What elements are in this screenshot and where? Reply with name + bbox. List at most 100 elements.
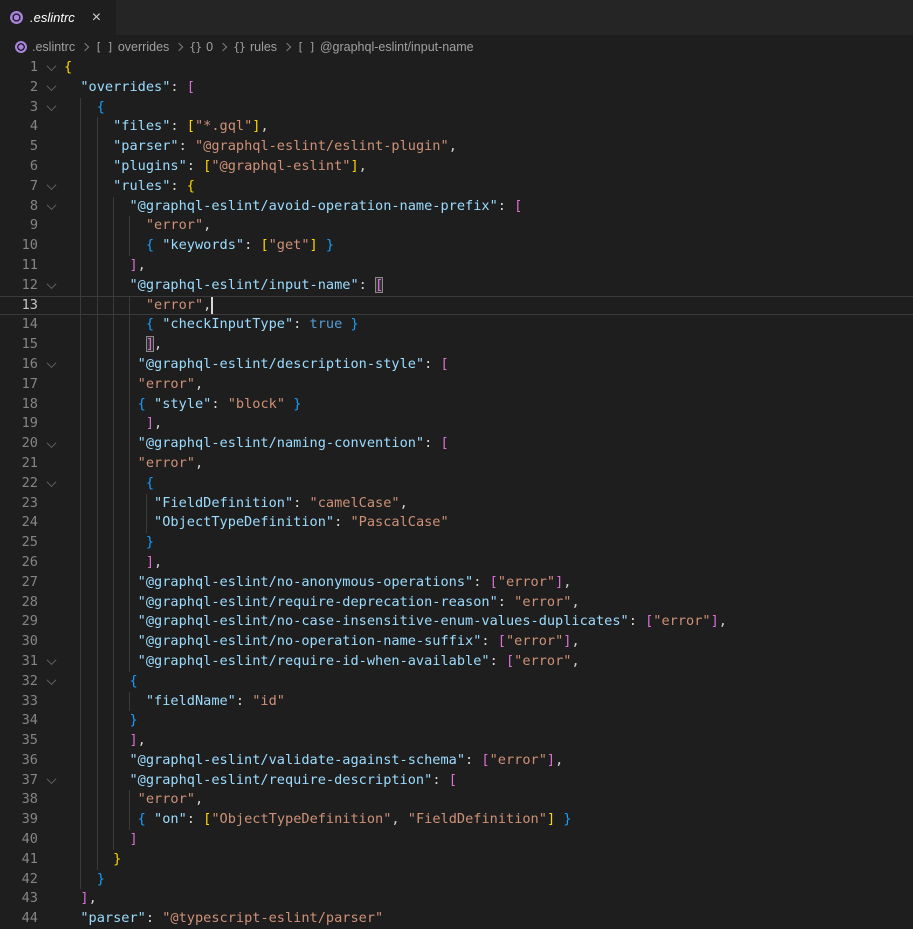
breadcrumb-item-rules[interactable]: {} rules: [233, 40, 277, 54]
line-number[interactable]: 1: [0, 58, 38, 78]
line-number[interactable]: 30: [0, 632, 38, 652]
breadcrumb-item-file[interactable]: .eslintrc: [15, 40, 75, 54]
fold-chevron-icon[interactable]: [38, 197, 64, 217]
line-number[interactable]: 38: [0, 790, 38, 810]
code-line[interactable]: 13 "error",: [0, 296, 913, 316]
line-number[interactable]: 2: [0, 78, 38, 98]
line-number[interactable]: 44: [0, 909, 38, 929]
code-line[interactable]: 29 "@graphql-eslint/no-case-insensitive-…: [0, 612, 913, 632]
line-number[interactable]: 10: [0, 236, 38, 256]
code-line[interactable]: 42 }: [0, 870, 913, 890]
code-line[interactable]: 41 }: [0, 850, 913, 870]
fold-chevron-icon[interactable]: [38, 771, 64, 791]
code-line[interactable]: 17 "error",: [0, 375, 913, 395]
fold-chevron-icon[interactable]: [38, 58, 64, 78]
line-number[interactable]: 24: [0, 513, 38, 533]
line-number[interactable]: 16: [0, 355, 38, 375]
line-number[interactable]: 42: [0, 870, 38, 890]
line-number[interactable]: 14: [0, 315, 38, 335]
code-line[interactable]: 33 "fieldName": "id": [0, 692, 913, 712]
code-line[interactable]: 36 "@graphql-eslint/validate-against-sch…: [0, 751, 913, 771]
breadcrumb-item-input-name[interactable]: [ ] @graphql-eslint/input-name: [297, 40, 474, 54]
line-number[interactable]: 15: [0, 335, 38, 355]
line-number[interactable]: 17: [0, 375, 38, 395]
fold-chevron-icon[interactable]: [38, 276, 64, 296]
line-number[interactable]: 34: [0, 711, 38, 731]
code-line[interactable]: 37 "@graphql-eslint/require-description"…: [0, 771, 913, 791]
code-line[interactable]: 38 "error",: [0, 790, 913, 810]
code-line[interactable]: 20 "@graphql-eslint/naming-convention": …: [0, 434, 913, 454]
line-number[interactable]: 18: [0, 395, 38, 415]
line-number[interactable]: 41: [0, 850, 38, 870]
line-number[interactable]: 19: [0, 414, 38, 434]
fold-chevron-icon[interactable]: [38, 177, 64, 197]
fold-chevron-icon[interactable]: [38, 474, 64, 494]
code-editor[interactable]: 1{2 "overrides": [3 {4 "files": ["*.gql"…: [0, 58, 913, 929]
fold-chevron-icon[interactable]: [38, 98, 64, 118]
code-line[interactable]: 28 "@graphql-eslint/require-deprecation-…: [0, 593, 913, 613]
fold-chevron-icon[interactable]: [38, 672, 64, 692]
code-line[interactable]: 39 { "on": ["ObjectTypeDefinition", "Fie…: [0, 810, 913, 830]
code-line[interactable]: 26 ],: [0, 553, 913, 573]
line-number[interactable]: 8: [0, 197, 38, 217]
line-number[interactable]: 5: [0, 137, 38, 157]
line-number[interactable]: 26: [0, 553, 38, 573]
code-line[interactable]: 4 "files": ["*.gql"],: [0, 117, 913, 137]
line-number[interactable]: 43: [0, 889, 38, 909]
line-number[interactable]: 4: [0, 117, 38, 137]
code-line[interactable]: 40 ]: [0, 830, 913, 850]
code-line[interactable]: 24 "ObjectTypeDefinition": "PascalCase": [0, 513, 913, 533]
line-number[interactable]: 25: [0, 533, 38, 553]
code-line[interactable]: 18 { "style": "block" }: [0, 395, 913, 415]
line-number[interactable]: 13: [0, 296, 38, 316]
code-line[interactable]: 21 "error",: [0, 454, 913, 474]
line-number[interactable]: 40: [0, 830, 38, 850]
line-number[interactable]: 9: [0, 216, 38, 236]
line-number[interactable]: 37: [0, 771, 38, 791]
line-number[interactable]: 23: [0, 494, 38, 514]
code-line[interactable]: 30 "@graphql-eslint/no-operation-name-su…: [0, 632, 913, 652]
line-number[interactable]: 29: [0, 612, 38, 632]
code-line[interactable]: 44 "parser": "@typescript-eslint/parser": [0, 909, 913, 929]
line-number[interactable]: 11: [0, 256, 38, 276]
line-number[interactable]: 39: [0, 810, 38, 830]
code-line[interactable]: 43 ],: [0, 889, 913, 909]
code-line[interactable]: 23 "FieldDefinition": "camelCase",: [0, 494, 913, 514]
code-line[interactable]: 27 "@graphql-eslint/no-anonymous-operati…: [0, 573, 913, 593]
code-line[interactable]: 32 {: [0, 672, 913, 692]
fold-chevron-icon[interactable]: [38, 434, 64, 454]
close-icon[interactable]: ×: [92, 10, 101, 26]
code-line[interactable]: 6 "plugins": ["@graphql-eslint"],: [0, 157, 913, 177]
code-line[interactable]: 1{: [0, 58, 913, 78]
code-line[interactable]: 12 "@graphql-eslint/input-name": [: [0, 276, 913, 296]
line-number[interactable]: 35: [0, 731, 38, 751]
line-number[interactable]: 36: [0, 751, 38, 771]
line-number[interactable]: 6: [0, 157, 38, 177]
code-line[interactable]: 2 "overrides": [: [0, 78, 913, 98]
code-line[interactable]: 3 {: [0, 98, 913, 118]
code-line[interactable]: 35 ],: [0, 731, 913, 751]
code-line[interactable]: 9 "error",: [0, 216, 913, 236]
code-line[interactable]: 11 ],: [0, 256, 913, 276]
code-line[interactable]: 7 "rules": {: [0, 177, 913, 197]
line-number[interactable]: 21: [0, 454, 38, 474]
breadcrumb-item-overrides[interactable]: [ ] overrides: [95, 40, 169, 54]
line-number[interactable]: 7: [0, 177, 38, 197]
code-line[interactable]: 16 "@graphql-eslint/description-style": …: [0, 355, 913, 375]
code-line[interactable]: 34 }: [0, 711, 913, 731]
code-line[interactable]: 31 "@graphql-eslint/require-id-when-avai…: [0, 652, 913, 672]
line-number[interactable]: 31: [0, 652, 38, 672]
fold-chevron-icon[interactable]: [38, 78, 64, 98]
line-number[interactable]: 32: [0, 672, 38, 692]
tab-eslintrc[interactable]: .eslintrc ×: [0, 0, 116, 35]
code-line[interactable]: 10 { "keywords": ["get"] }: [0, 236, 913, 256]
line-number[interactable]: 22: [0, 474, 38, 494]
line-number[interactable]: 20: [0, 434, 38, 454]
code-line[interactable]: 19 ],: [0, 414, 913, 434]
line-number[interactable]: 12: [0, 276, 38, 296]
fold-chevron-icon[interactable]: [38, 652, 64, 672]
code-line[interactable]: 25 }: [0, 533, 913, 553]
line-number[interactable]: 27: [0, 573, 38, 593]
fold-chevron-icon[interactable]: [38, 355, 64, 375]
line-number[interactable]: 28: [0, 593, 38, 613]
